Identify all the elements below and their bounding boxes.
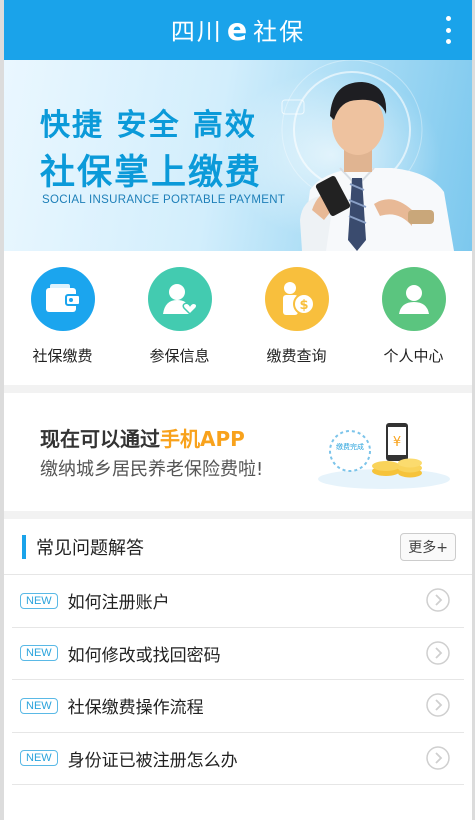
chevron-right-icon: [426, 745, 450, 770]
faq-item-text: 如何修改或找回密码: [67, 645, 221, 666]
payment-complete-illustration: 缴费完成 ¥: [318, 423, 450, 489]
svg-text:¥: ¥: [393, 435, 401, 450]
faq-item-payment-flow[interactable]: NEW 社保缴费操作流程: [12, 680, 464, 733]
faq-item-id-registered[interactable]: NEW 身份证已被注册怎么办: [12, 733, 464, 785]
svg-text:$: $: [299, 298, 308, 313]
new-badge: NEW: [20, 645, 58, 662]
app-promo-card[interactable]: 现在可以通过手机APP 缴纳城乡居民养老保险费啦! 缴费完成 ¥: [4, 393, 472, 511]
faq-header: 常见问题解答 更多+: [4, 519, 472, 575]
app-header: 四川 e 社保: [4, 0, 472, 60]
title-e-logo: e: [226, 13, 250, 48]
shortcut-label: 个人中心: [383, 347, 444, 365]
user-coin-icon: $: [264, 267, 329, 331]
faq-section: 常见问题解答 更多+ NEW 如何注册账户 NEW 如何修改或找回密码 NEW …: [4, 519, 472, 820]
banner-english-caption: SOCIAL INSURANCE PORTABLE PAYMENT: [42, 194, 286, 206]
new-badge: NEW: [20, 592, 58, 609]
payment-complete-badge: 缴费完成: [336, 442, 364, 451]
faq-item-reset-password[interactable]: NEW 如何修改或找回密码: [12, 628, 464, 680]
banner-slogan: 快捷 安全 高效: [40, 108, 257, 143]
new-badge: NEW: [20, 697, 58, 714]
shortcut-payment-query[interactable]: $ 缴费查询: [242, 267, 352, 385]
shortcut-label: 社保缴费: [32, 347, 93, 365]
faq-item-text: 如何注册账户: [67, 593, 170, 614]
promo-title-prefix: 现在可以通过: [40, 427, 160, 451]
shortcut-personal-center[interactable]: 个人中心: [359, 267, 469, 385]
app-screen: 四川 e 社保 快捷 安全 高效 社保掌上缴费 SOCIAL INSURANCE P…: [4, 0, 472, 820]
more-menu-icon[interactable]: [444, 16, 452, 44]
app-title: 四川 e 社保: [171, 12, 305, 48]
wallet-icon: [30, 267, 95, 331]
promo-banner[interactable]: 快捷 安全 高效 社保掌上缴费 SOCIAL INSURANCE PORTABL…: [4, 60, 472, 251]
chevron-right-icon: [426, 588, 450, 612]
promo-subtitle: 缴纳城乡居民养老保险费啦!: [40, 459, 264, 480]
shortcut-grid: 社保缴费 参保信息 $ 缴费查询 个人中心: [4, 251, 472, 385]
title-prefix: 四川: [170, 18, 223, 46]
section-accent-bar: [22, 534, 26, 559]
promo-title: 现在可以通过手机APP: [40, 423, 245, 452]
new-badge: NEW: [20, 750, 58, 767]
faq-more-button[interactable]: 更多+: [400, 532, 456, 561]
faq-title: 常见问题解答: [22, 534, 144, 560]
shortcut-label: 缴费查询: [266, 347, 327, 365]
shortcut-social-security-payment[interactable]: 社保缴费: [8, 267, 118, 385]
faq-item-register[interactable]: NEW 如何注册账户: [12, 575, 464, 628]
title-suffix: 社保: [253, 18, 306, 46]
faq-title-text: 常见问题解答: [36, 537, 144, 559]
chevron-right-icon: [426, 693, 450, 717]
person-icon: [381, 267, 446, 331]
chevron-right-icon: [426, 640, 450, 665]
faq-item-text: 社保缴费操作流程: [67, 698, 204, 719]
businessman-illustration: [281, 60, 454, 251]
shortcut-label: 参保信息: [149, 347, 210, 365]
faq-list: NEW 如何注册账户 NEW 如何修改或找回密码 NEW 社保缴费操作流程 NE…: [4, 575, 472, 785]
banner-headline: 社保掌上缴费: [40, 153, 263, 193]
shortcut-insurance-info[interactable]: 参保信息: [125, 267, 235, 385]
user-heart-icon: [147, 267, 212, 331]
faq-item-text: 身份证已被注册怎么办: [67, 750, 238, 771]
promo-title-highlight: 手机APP: [160, 427, 245, 451]
